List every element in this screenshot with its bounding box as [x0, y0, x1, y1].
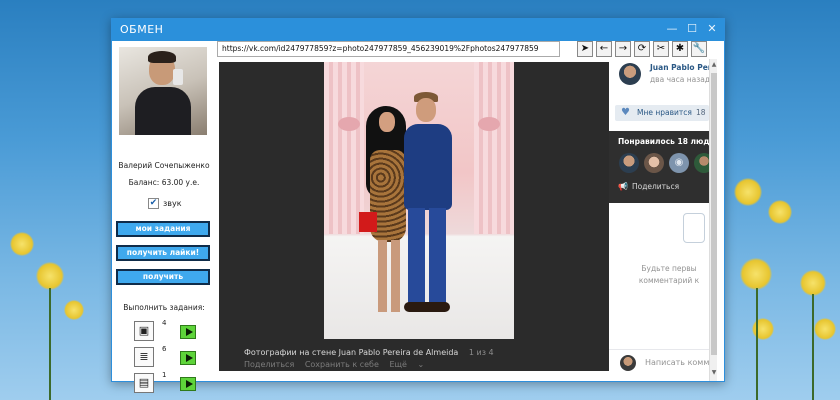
like-count: 18: [695, 108, 706, 117]
task-count: 6: [162, 345, 167, 353]
like-label: Мне нравится: [637, 108, 692, 117]
list-icon: ≣: [134, 347, 154, 367]
desktop-flower: [10, 232, 34, 256]
desktop-flower: [814, 318, 836, 340]
user-name: Валерий Сочепыженко: [118, 161, 210, 170]
wall-photo[interactable]: [324, 62, 514, 339]
sound-label: звук: [163, 199, 182, 208]
comments-icon: [683, 213, 705, 243]
desktop-stem: [49, 288, 51, 400]
sound-toggle[interactable]: ✔ звук: [148, 198, 182, 209]
photo-counter: 1 из 4: [468, 348, 494, 357]
task-row-list: ≣ 6: [134, 345, 204, 369]
photo-caption: Фотографии на стене Juan Pablo Pereira d…: [244, 348, 494, 357]
get-subscribers-button[interactable]: получить подписчиков!: [116, 269, 210, 293]
task-count: 1: [162, 371, 167, 379]
author-avatar[interactable]: [619, 63, 641, 85]
tooltip-share[interactable]: 📢 Поделиться: [618, 182, 679, 191]
go-icon[interactable]: ➤: [577, 41, 593, 57]
like-button[interactable]: ♥ Мне нравится 18: [615, 105, 709, 121]
chevron-down-icon: ⌄: [417, 360, 425, 369]
desktop-flower: [768, 200, 792, 224]
title-bar: ОБМЕН — ☐ ✕: [112, 19, 724, 41]
post-panel: Juan Pablo Perei два часа назад ♥ Мне нр…: [609, 59, 712, 381]
my-tasks-button[interactable]: мои задания: [116, 221, 210, 237]
user-avatar: [119, 47, 207, 135]
no-comments-text: Будьте первы комментарий к: [638, 264, 700, 285]
megaphone-icon: 📢: [618, 182, 628, 191]
task-row-photo: ▣ 4: [134, 319, 204, 343]
save-link[interactable]: Сохранить к себе: [305, 360, 379, 369]
wrench-icon[interactable]: 🔧: [691, 41, 707, 57]
desktop-flower: [64, 300, 84, 320]
task-go-button[interactable]: [180, 351, 196, 365]
sound-checkbox[interactable]: ✔: [148, 198, 159, 209]
photo-actions: Поделиться Сохранить к себе Ещё ⌄: [244, 360, 440, 369]
desktop-flower: [740, 258, 772, 290]
photo-like-icon: ▣: [134, 321, 154, 341]
desktop-stem: [756, 288, 758, 400]
post-time: два часа назад: [650, 75, 710, 84]
url-input[interactable]: https://vk.com/id247977859?z=photo247977…: [217, 41, 560, 57]
comment-input[interactable]: Написать комме: [645, 358, 712, 367]
camera-icon[interactable]: ◉: [669, 153, 689, 173]
liked-by-title: Понравилось 18 людям: [618, 137, 712, 146]
desktop-flower: [734, 178, 762, 206]
share-link[interactable]: Поделиться: [244, 360, 294, 369]
task-go-button[interactable]: [180, 377, 196, 391]
liker-avatar[interactable]: [619, 153, 639, 173]
scroll-thumb[interactable]: [711, 73, 717, 355]
window-title: ОБМЕН: [120, 23, 164, 36]
app-window: ОБМЕН — ☐ ✕ Валерий Сочепыженко Баланс: …: [111, 18, 725, 393]
my-avatar: [620, 355, 636, 371]
author-name[interactable]: Juan Pablo Perei: [650, 63, 712, 72]
desktop-flower: [36, 262, 64, 290]
task-row-video: ▤ 1: [134, 371, 204, 395]
task-go-button[interactable]: [180, 325, 196, 339]
bug-icon[interactable]: ✱: [672, 41, 688, 57]
likes-tooltip: Понравилось 18 людям ◉ 📢 Поделиться: [609, 131, 712, 203]
left-panel: Валерий Сочепыженко Баланс: 63.00 у.е. ✔…: [112, 41, 216, 393]
tasks-label: Выполнить задания:: [123, 303, 205, 312]
maximize-icon[interactable]: ☐: [684, 22, 700, 35]
liker-avatar[interactable]: [644, 153, 664, 173]
minimize-icon[interactable]: —: [664, 22, 680, 35]
photo-viewer: Фотографии на стене Juan Pablo Pereira d…: [219, 62, 609, 371]
divider: [609, 349, 712, 350]
desktop-flower: [800, 270, 826, 296]
heart-icon: ♥: [621, 107, 630, 118]
close-icon[interactable]: ✕: [704, 22, 720, 35]
video-icon: ▤: [134, 373, 154, 393]
scroll-up-icon[interactable]: ▲: [710, 61, 718, 68]
get-likes-button[interactable]: получить лайки!: [116, 245, 210, 261]
refresh-icon[interactable]: ⟳: [634, 41, 650, 57]
tools-icon[interactable]: ✂: [653, 41, 669, 57]
desktop-stem: [812, 294, 814, 400]
forward-icon[interactable]: →: [615, 41, 631, 57]
photo-caption-text: Фотографии на стене Juan Pablo Pereira d…: [244, 348, 459, 357]
scrollbar[interactable]: ▲ ▼: [709, 59, 717, 381]
back-icon[interactable]: ←: [596, 41, 612, 57]
more-link[interactable]: Ещё ⌄: [389, 360, 432, 369]
user-balance: Баланс: 63.00 у.е.: [128, 178, 200, 187]
task-count: 4: [162, 319, 167, 327]
scroll-down-icon[interactable]: ▼: [710, 369, 718, 376]
tooltip-share-label: Поделиться: [631, 182, 680, 191]
